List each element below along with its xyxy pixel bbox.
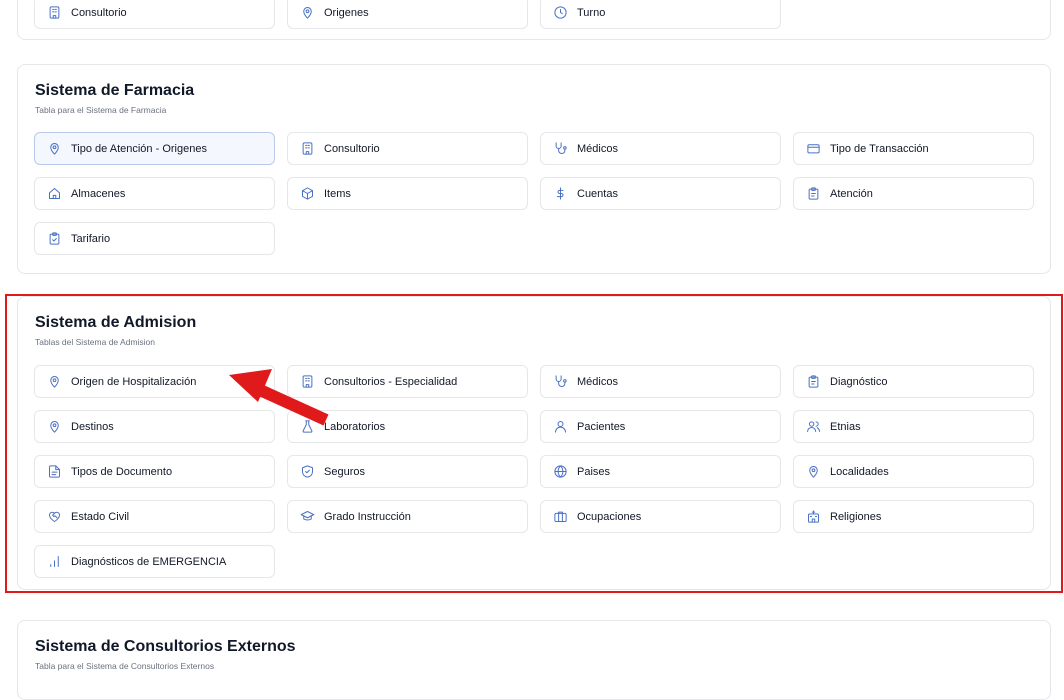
users-icon (807, 421, 820, 432)
building-icon (49, 6, 60, 19)
adm-btn-seguros[interactable]: Seguros (287, 455, 528, 488)
pin-icon (50, 376, 59, 388)
btn-label: Diagnósticos de EMERGENCIA (71, 555, 227, 568)
btn-label: Consultorio (324, 142, 380, 155)
adm-btn-origen-hospitalizacion[interactable]: Origen de Hospitalización (34, 365, 275, 398)
farm-btn-medicos[interactable]: Médicos (540, 132, 781, 165)
btn-label: Items (324, 187, 351, 200)
adm-btn-grado-instruccion[interactable]: Grado Instrucción (287, 500, 528, 533)
adm-btn-religiones[interactable]: Religiones (793, 500, 1034, 533)
adm-btn-consultorios-especialidad[interactable]: Consultorios - Especialidad (287, 365, 528, 398)
card-top-partial: Consultorio Origenes Turno (17, 0, 1051, 40)
graduation-cap-icon (300, 511, 315, 521)
btn-label: Destinos (71, 420, 114, 433)
adm-btn-localidades[interactable]: Localidades (793, 455, 1034, 488)
globe-icon (554, 465, 567, 478)
farm-btn-tipo-atencion[interactable]: Tipo de Atención - Origenes (34, 132, 275, 165)
card-title: Sistema de Consultorios Externos (35, 638, 296, 655)
card-subtitle: Tabla para el Sistema de Farmacia (35, 105, 167, 115)
card-farmacia: Sistema de Farmacia Tabla para el Sistem… (17, 64, 1051, 274)
heart-handshake-icon (49, 511, 60, 522)
building-icon (302, 375, 313, 388)
btn-label: Consultorios - Especialidad (324, 375, 458, 388)
top-btn-turno[interactable]: Turno (540, 0, 781, 29)
box-icon (302, 187, 313, 200)
btn-label: Tipo de Atención - Origenes (71, 142, 207, 155)
card-admision: Sistema de Admision Tablas del Sistema d… (17, 296, 1051, 590)
adm-btn-tipos-documento[interactable]: Tipos de Documento (34, 455, 275, 488)
btn-label: Tipos de Documento (71, 465, 173, 478)
file-icon (49, 465, 60, 478)
adm-btn-paises[interactable]: Paises (540, 455, 781, 488)
building-icon (302, 142, 313, 155)
pin-icon (50, 421, 59, 433)
adm-btn-diagnosticos-emergencia[interactable]: Diagnósticos de EMERGENCIA (34, 545, 275, 578)
church-icon (808, 510, 819, 523)
adm-btn-pacientes[interactable]: Pacientes (540, 410, 781, 443)
clipboard-icon (808, 375, 819, 388)
btn-label: Tipo de Transacción (830, 142, 929, 155)
adm-btn-medicos[interactable]: Médicos (540, 365, 781, 398)
bar-chart-icon (50, 556, 59, 567)
btn-label: Ocupaciones (577, 510, 642, 523)
btn-label: Etnias (830, 420, 861, 433)
btn-label: Religiones (830, 510, 882, 523)
btn-label: Seguros (324, 465, 365, 478)
btn-label: Cuentas (577, 187, 618, 200)
stethoscope-icon (555, 375, 567, 387)
clipboard-check-icon (49, 232, 60, 245)
top-btn-label: Consultorio (71, 6, 127, 19)
card-subtitle: Tabla para el Sistema de Consultorios Ex… (35, 661, 215, 671)
adm-btn-diagnostico[interactable]: Diagnóstico (793, 365, 1034, 398)
btn-label: Estado Civil (71, 510, 130, 523)
pin-icon (809, 466, 818, 478)
card-consultorios-externos: Sistema de Consultorios Externos Tabla p… (17, 620, 1051, 700)
adm-btn-destinos[interactable]: Destinos (34, 410, 275, 443)
btn-label: Pacientes (577, 420, 626, 433)
btn-label: Tarifario (71, 232, 111, 245)
top-btn-consultorio[interactable]: Consultorio (34, 0, 275, 29)
dollar-icon (556, 187, 564, 200)
adm-btn-etnias[interactable]: Etnias (793, 410, 1034, 443)
top-btn-label: Turno (577, 6, 606, 19)
btn-label: Origen de Hospitalización (71, 375, 197, 388)
farm-btn-consultorio[interactable]: Consultorio (287, 132, 528, 165)
clock-icon (554, 6, 567, 19)
btn-label: Atención (830, 187, 873, 200)
farm-btn-cuentas[interactable]: Cuentas (540, 177, 781, 210)
stethoscope-icon (555, 142, 567, 154)
pin-icon (303, 7, 312, 19)
btn-label: Almacenes (71, 187, 126, 200)
farm-btn-tarifario[interactable]: Tarifario (34, 222, 275, 255)
farm-btn-tipo-transaccion[interactable]: Tipo de Transacción (793, 132, 1034, 165)
briefcase-icon (554, 511, 567, 522)
btn-label: Paises (577, 465, 611, 478)
shield-icon (302, 465, 313, 478)
user-icon (555, 421, 566, 433)
card-title: Sistema de Admision (35, 314, 197, 331)
top-btn-label: Origenes (324, 6, 369, 19)
top-btn-origenes[interactable]: Origenes (287, 0, 528, 29)
btn-label: Médicos (577, 142, 618, 155)
adm-btn-ocupaciones[interactable]: Ocupaciones (540, 500, 781, 533)
clipboard-icon (808, 187, 819, 200)
pin-icon (50, 143, 59, 155)
card-icon (807, 144, 820, 154)
adm-btn-laboratorios[interactable]: Laboratorios (287, 410, 528, 443)
home-icon (49, 188, 60, 199)
card-subtitle: Tablas del Sistema de Admision (35, 337, 156, 347)
btn-label: Diagnóstico (830, 375, 888, 388)
card-title: Sistema de Farmacia (35, 82, 195, 99)
farm-btn-items[interactable]: Items (287, 177, 528, 210)
btn-label: Médicos (577, 375, 618, 388)
btn-label: Localidades (830, 465, 889, 478)
farm-btn-atencion[interactable]: Atención (793, 177, 1034, 210)
btn-label: Laboratorios (324, 420, 386, 433)
flask-icon (302, 420, 313, 433)
btn-label: Grado Instrucción (324, 510, 411, 523)
farm-btn-almacenes[interactable]: Almacenes (34, 177, 275, 210)
adm-btn-estado-civil[interactable]: Estado Civil (34, 500, 275, 533)
